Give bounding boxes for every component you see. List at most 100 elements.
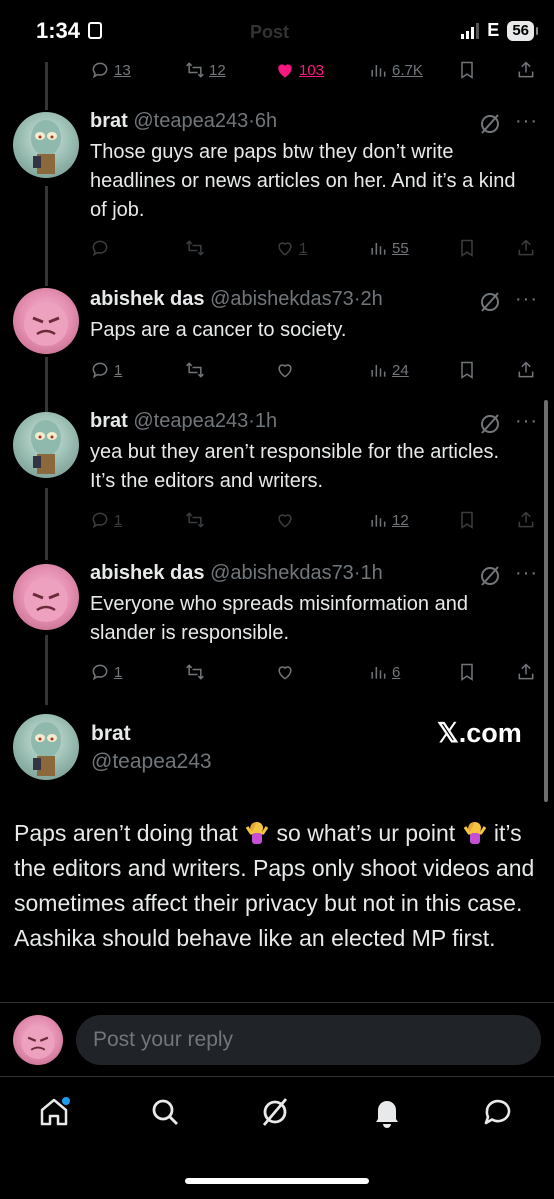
search-icon[interactable] [148, 1095, 182, 1129]
reply-icon [92, 664, 108, 681]
views-button[interactable]: 6 [368, 662, 400, 682]
avatar[interactable] [13, 112, 79, 178]
repost-count: 12 [209, 61, 226, 79]
tweet-actions: 1 12 [90, 508, 540, 532]
like-button[interactable]: 1 [275, 238, 307, 258]
author-name[interactable]: brat [90, 110, 128, 132]
notifications-icon[interactable] [370, 1095, 404, 1129]
focused-text-part: so what’s ur point [270, 820, 462, 846]
reply-input[interactable]: Post your reply [76, 1015, 541, 1065]
more-options-icon[interactable]: ··· [515, 110, 538, 133]
views-icon [371, 65, 386, 77]
views-button[interactable]: 55 [368, 238, 409, 258]
bookmark-icon[interactable] [457, 60, 477, 80]
my-avatar[interactable] [13, 1015, 63, 1065]
repost-button[interactable] [185, 238, 209, 258]
grok-icon[interactable] [478, 112, 502, 136]
focused-text-part: Paps aren’t doing that [14, 820, 245, 846]
author-name[interactable]: abishek das [90, 562, 205, 584]
tweet-actions: 1 24 [90, 358, 540, 382]
home-icon[interactable] [37, 1095, 71, 1129]
more-options-icon[interactable]: ··· [515, 562, 538, 585]
tweet-header: abishek das @abishekdas73·2h [90, 288, 383, 310]
reply-button[interactable]: 13 [90, 60, 131, 80]
repost-button[interactable] [185, 662, 209, 682]
home-indicator[interactable] [185, 1178, 369, 1184]
share-icon[interactable] [516, 662, 536, 682]
thread-line [45, 635, 48, 705]
views-button[interactable]: 24 [368, 360, 409, 380]
status-bar: 1:34 Post E 56 [0, 0, 554, 62]
repost-button[interactable] [185, 510, 209, 530]
author-handle[interactable]: @abishekdas73 [210, 562, 354, 584]
id-card-icon [88, 22, 102, 39]
author-handle[interactable]: @teapea243 [133, 410, 248, 432]
bookmark-icon[interactable] [457, 238, 477, 258]
repost-icon [186, 664, 204, 680]
author-handle[interactable]: @abishekdas73 [210, 288, 354, 310]
focused-avatar[interactable] [13, 714, 79, 780]
tweet-header: brat @teapea243·1h [90, 410, 278, 432]
views-button[interactable]: 12 [368, 510, 409, 530]
repost-icon [186, 62, 204, 78]
heart-icon [278, 666, 292, 680]
grok-icon[interactable] [478, 564, 502, 588]
more-options-icon[interactable]: ··· [515, 288, 538, 311]
share-icon[interactable] [516, 510, 536, 530]
shrug-emoji-icon [245, 822, 269, 844]
tweet-actions: 1 55 [90, 236, 540, 260]
author-name[interactable]: brat [90, 410, 128, 432]
tweet-actions: 1 6 [90, 660, 540, 684]
reply-icon [92, 512, 108, 529]
reply-button[interactable]: 1 [90, 510, 122, 530]
scrollbar[interactable] [544, 400, 548, 802]
more-options-icon[interactable]: ··· [515, 410, 538, 433]
author-handle[interactable]: @teapea243 [133, 110, 248, 132]
reply-button[interactable] [90, 238, 114, 258]
messages-icon[interactable] [481, 1095, 515, 1129]
like-button[interactable] [275, 510, 299, 530]
reply-icon [92, 240, 108, 257]
grok-icon[interactable] [478, 290, 502, 314]
repost-button[interactable] [185, 360, 209, 380]
like-button[interactable]: 103 [275, 60, 324, 80]
share-icon[interactable] [516, 360, 536, 380]
views-button[interactable]: 6.7K [368, 60, 423, 80]
heart-icon [278, 242, 292, 256]
avatar[interactable] [13, 288, 79, 354]
share-icon[interactable] [516, 238, 536, 258]
tweet-time: 1h [360, 562, 383, 584]
tweet-time: 1h [254, 410, 278, 432]
like-button[interactable] [275, 360, 299, 380]
majin-buu-avatar-image [24, 302, 68, 346]
views-icon [371, 243, 386, 255]
share-icon[interactable] [516, 60, 536, 80]
avatar[interactable] [13, 564, 79, 630]
focused-author-name[interactable]: brat [91, 722, 131, 746]
repost-icon [186, 362, 204, 378]
repost-button[interactable]: 12 [185, 60, 226, 80]
heart-filled-icon [278, 64, 292, 78]
grok-icon[interactable] [258, 1095, 292, 1129]
reply-button[interactable]: 1 [90, 360, 122, 380]
bookmark-icon[interactable] [457, 510, 477, 530]
grok-icon[interactable] [478, 412, 502, 436]
focused-author-handle[interactable]: @teapea243 [91, 750, 212, 774]
thread-line [45, 488, 48, 560]
tweet-text: Paps are a cancer to society. [90, 319, 347, 341]
like-button[interactable] [275, 662, 299, 682]
reply-icon [92, 362, 108, 379]
battery-icon: 56 [507, 20, 538, 41]
tweet-time: 6h [254, 110, 278, 132]
bookmark-icon[interactable] [457, 662, 477, 682]
tweet-header: brat @teapea243·6h [90, 110, 278, 132]
divider [0, 1002, 554, 1003]
heart-icon [278, 514, 292, 528]
repost-icon [186, 240, 204, 256]
bookmark-icon[interactable] [457, 360, 477, 380]
status-time: 1:34 [36, 18, 81, 43]
reply-button[interactable]: 1 [90, 662, 122, 682]
author-name[interactable]: abishek das [90, 288, 205, 310]
tweet-text: Those guys are paps btw they don’t write… [90, 141, 516, 221]
avatar[interactable] [13, 412, 79, 478]
